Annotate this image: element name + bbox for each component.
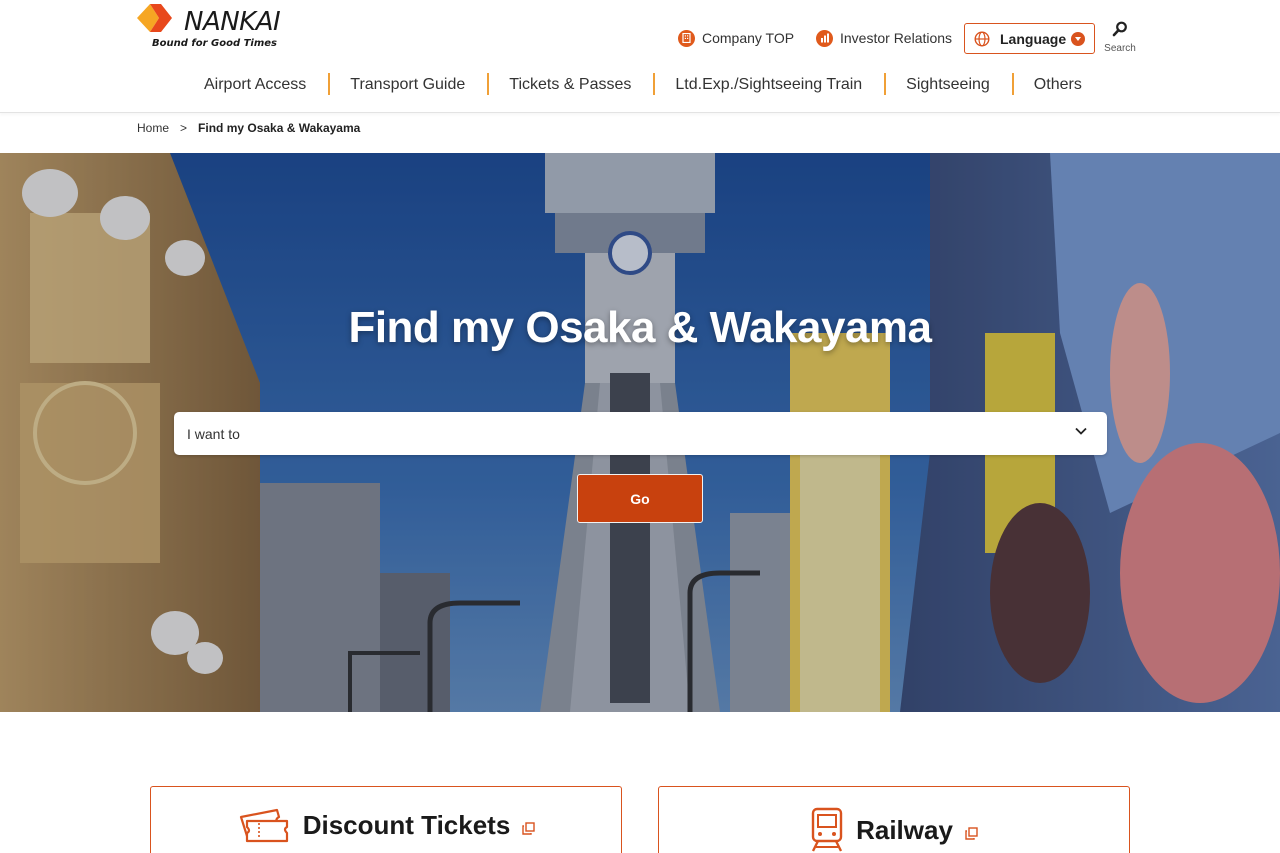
nankai-logo-mark	[137, 4, 172, 32]
company-top-label: Company TOP	[702, 30, 795, 46]
language-button[interactable]: Language	[964, 23, 1095, 54]
train-icon	[811, 807, 843, 852]
breadcrumb-current: Find my Osaka & Wakayama	[198, 121, 361, 135]
external-link-icon	[965, 826, 978, 840]
nav-ltd-exp-sightseeing-train[interactable]: Ltd.Exp./Sightseeing Train	[653, 71, 884, 99]
breadcrumb-home[interactable]: Home	[137, 121, 169, 135]
go-button[interactable]: Go	[577, 474, 703, 523]
hero-title: Find my Osaka & Wakayama	[348, 303, 932, 352]
breadcrumb: Home > Find my Osaka & Wakayama	[137, 121, 360, 135]
card-title: Discount Tickets	[302, 809, 511, 840]
search-icon	[1112, 21, 1127, 37]
ticket-icon	[239, 808, 288, 843]
company-top-link[interactable]: Company TOP	[678, 28, 794, 48]
nav-tickets-passes[interactable]: Tickets & Passes	[487, 71, 653, 99]
select-value: I want to	[187, 425, 240, 442]
investor-relations-link[interactable]: Investor Relations	[816, 28, 952, 48]
i-want-to-select[interactable]: I want to	[174, 412, 1107, 455]
nav-others[interactable]: Others	[1011, 71, 1104, 99]
nankai-logo[interactable]: NANKAI Bound for Good Times	[137, 4, 297, 52]
chevron-down-icon	[1071, 32, 1085, 46]
logo-tagline: Bound for Good Times	[152, 38, 277, 49]
hero-banner: Find my Osaka & Wakayama I want to Go	[0, 153, 1280, 712]
external-link-icon	[522, 821, 535, 835]
breadcrumb-separator: >	[180, 121, 188, 135]
search-label: Search	[1104, 43, 1136, 54]
chevron-down-icon	[1075, 427, 1087, 435]
search-button[interactable]: Search	[1102, 21, 1138, 57]
logo-wordmark: NANKAI	[184, 7, 281, 37]
language-label: Language	[1000, 30, 1067, 47]
discount-tickets-card[interactable]: Discount Tickets	[150, 786, 622, 853]
nav-transport-guide[interactable]: Transport Guide	[328, 71, 487, 99]
nav-sightseeing[interactable]: Sightseeing	[884, 71, 1012, 99]
globe-icon	[974, 30, 990, 47]
building-icon	[678, 29, 695, 47]
bar-chart-icon	[816, 29, 833, 47]
nav-airport-access[interactable]: Airport Access	[182, 71, 328, 99]
main-navigation: Airport Access Transport Guide Tickets &…	[182, 70, 1104, 100]
railway-card[interactable]: Railway	[658, 786, 1130, 853]
site-header: NANKAI Bound for Good Times Company TOP …	[0, 0, 1280, 113]
investor-relations-label: Investor Relations	[840, 30, 953, 46]
card-title: Railway	[856, 814, 953, 845]
